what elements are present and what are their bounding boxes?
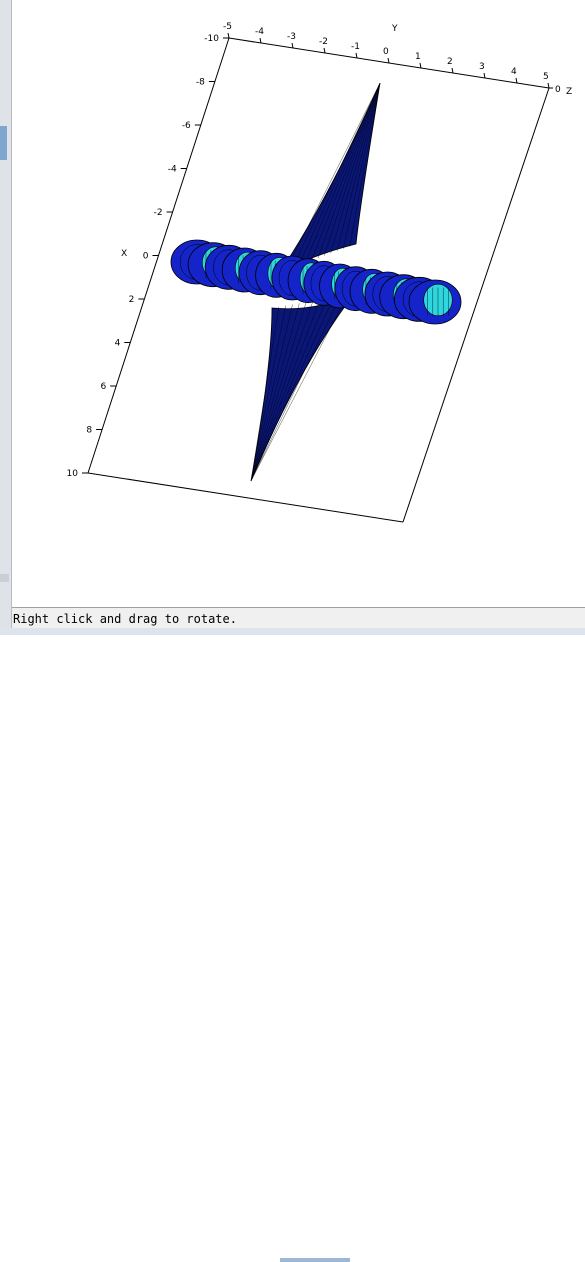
y-tick-label: -1 <box>351 42 360 52</box>
status-message: Right click and drag to rotate. <box>13 612 237 626</box>
x-tick-label: 0 <box>143 252 149 262</box>
x-tick-label: -10 <box>204 34 219 44</box>
y-tick-label: 5 <box>543 72 549 82</box>
y-axis-name: Y <box>391 24 398 34</box>
z-axis-tick-label: 0 <box>555 85 561 95</box>
y-tick-mark <box>387 57 390 64</box>
window-left-frame <box>0 0 12 635</box>
y-tick-mark <box>515 77 518 84</box>
window-bottom-strip <box>0 628 585 1262</box>
x-tick-label: -8 <box>196 78 205 88</box>
x-tick-label: 10 <box>67 469 79 479</box>
torus-ring <box>408 279 462 325</box>
side-tab[interactable] <box>0 126 7 160</box>
frame-notch <box>0 574 9 582</box>
plot-canvas[interactable]: -5 -4 -3 -2 -1 0 1 2 3 4 5 -10 -8 -6 -4 -2 0 2 4 6 8 10 Y X … <box>12 0 585 607</box>
y-tick-label: -5 <box>223 22 232 32</box>
x-tick-label: 8 <box>86 426 92 436</box>
x-tick-label: -4 <box>168 165 177 175</box>
y-tick-mark <box>483 72 486 79</box>
taskbar-accent <box>280 1258 350 1262</box>
y-tick-mark <box>355 52 358 59</box>
y-tick-label: -3 <box>287 32 296 42</box>
y-tick-mark <box>227 32 230 39</box>
x-tick-label: -6 <box>182 121 191 131</box>
status-bar: Right click and drag to rotate. <box>12 607 585 628</box>
x-tick-label: 2 <box>129 295 135 305</box>
y-tick-label: 1 <box>415 52 421 62</box>
y-tick-mark <box>323 47 326 54</box>
y-tick-label: 2 <box>447 57 453 67</box>
y-tick-mark <box>451 67 454 74</box>
y-tick-mark <box>259 37 262 44</box>
y-tick-mark <box>291 42 294 49</box>
y-axis-ticks: -5 -4 -3 -2 -1 0 1 2 3 4 5 <box>223 22 550 89</box>
z-axis-name: Z <box>566 87 572 97</box>
x-axis-name: X <box>121 249 127 259</box>
x-tick-label: 6 <box>100 382 106 392</box>
x-tick-label: 4 <box>115 339 121 349</box>
y-tick-label: -4 <box>255 27 264 37</box>
y-tick-label: 3 <box>479 62 485 72</box>
y-tick-label: -2 <box>319 37 328 47</box>
y-tick-label: 0 <box>383 47 389 57</box>
surface-plot[interactable]: -5 -4 -3 -2 -1 0 1 2 3 4 5 -10-8-6-4-20246810 Y X … <box>12 0 585 607</box>
y-tick-mark <box>547 82 550 89</box>
y-tick-label: 4 <box>511 67 517 77</box>
y-tick-mark <box>419 62 422 69</box>
x-tick-label: -2 <box>154 208 163 218</box>
